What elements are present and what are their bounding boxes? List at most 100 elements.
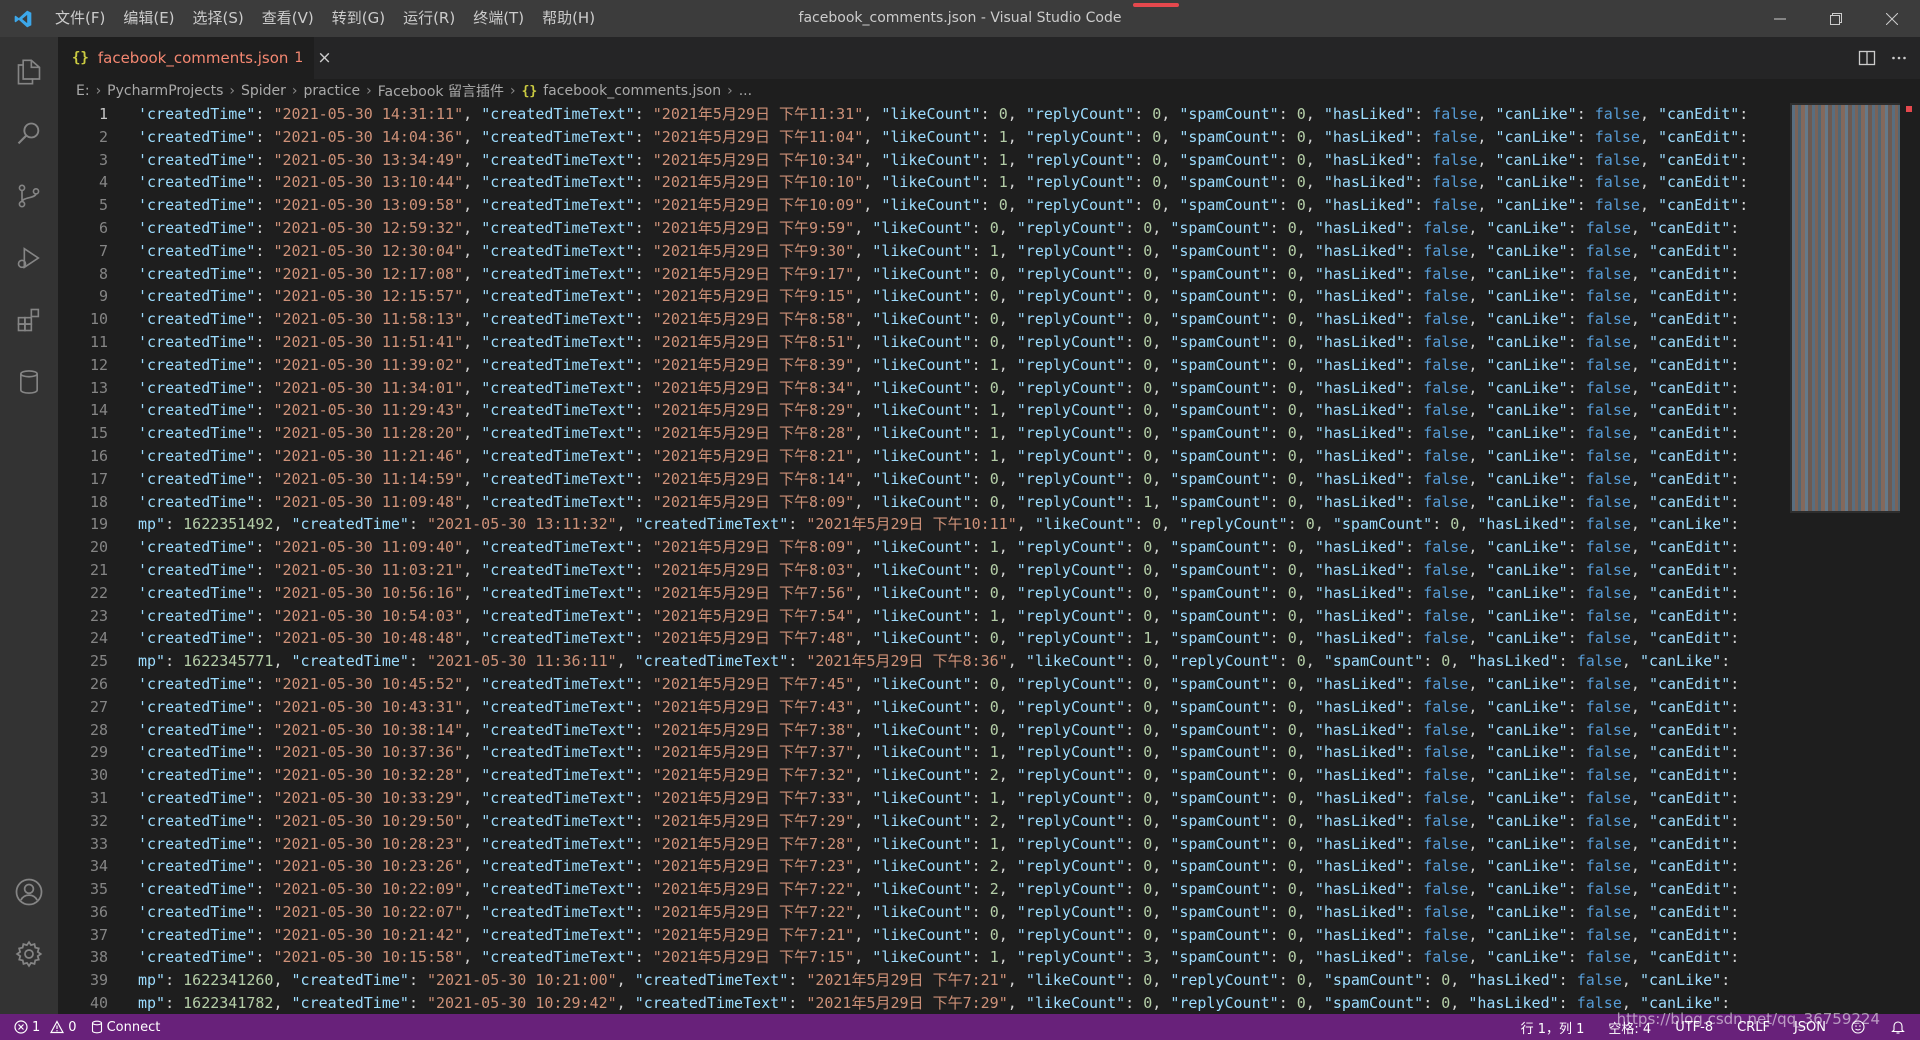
code-line[interactable]: mp": 1622345771, "createdTime": "2021-05…	[138, 650, 1778, 673]
json-key: "canLike"	[1486, 720, 1568, 739]
tab-close-icon[interactable]: ×	[317, 48, 331, 68]
code-line[interactable]: 'createdTime": "2021-05-30 11:51:41", "c…	[138, 331, 1778, 354]
breadcrumb-pycharmprojects[interactable]: PycharmProjects	[107, 83, 223, 99]
json-boolean: false	[1585, 788, 1631, 807]
code-line[interactable]: 'createdTime": "2021-05-30 12:59:32", "c…	[138, 217, 1778, 240]
code-line[interactable]: 'createdTime": "2021-05-30 11:58:13", "c…	[138, 308, 1778, 331]
json-number: 0	[1143, 378, 1153, 397]
code-line[interactable]: mp": 1622341260, "createdTime": "2021-05…	[138, 969, 1778, 992]
code-area[interactable]: 'createdTime": "2021-05-30 14:31:11", "c…	[138, 103, 1778, 1014]
notifications-icon[interactable]	[1890, 1019, 1906, 1035]
breadcrumb-spider[interactable]: Spider	[241, 83, 286, 99]
breadcrumb-drive[interactable]: E:	[76, 83, 90, 99]
source-control-button[interactable]	[0, 167, 58, 225]
json-key: "likeCount"	[872, 606, 972, 625]
code-line[interactable]: 'createdTime": "2021-05-30 14:04:36", "c…	[138, 126, 1778, 149]
connect-button[interactable]: Connect	[91, 1020, 160, 1035]
menu-go[interactable]: 转到(G)	[323, 0, 394, 37]
code-line[interactable]: 'createdTime": "2021-05-30 11:09:48", "c…	[138, 491, 1778, 514]
explorer-button[interactable]	[0, 43, 58, 101]
search-button[interactable]	[0, 105, 58, 163]
code-line[interactable]: 'createdTime": "2021-05-30 10:48:48", "c…	[138, 627, 1778, 650]
extensions-button[interactable]	[0, 291, 58, 349]
code-line[interactable]: 'createdTime": "2021-05-30 10:28:23", "c…	[138, 833, 1778, 856]
code-line[interactable]: 'createdTime": "2021-05-30 10:45:52", "c…	[138, 673, 1778, 696]
cursor-position[interactable]: 行 1，列 1	[1521, 1018, 1585, 1037]
code-line[interactable]: 'createdTime": "2021-05-30 10:22:09", "c…	[138, 878, 1778, 901]
code-line[interactable]: mp": 1622351492, "createdTime": "2021-05…	[138, 513, 1778, 536]
json-number: 0	[1296, 652, 1306, 671]
json-key: "spamCount"	[1332, 515, 1433, 534]
code-line[interactable]: 'createdTime": "2021-05-30 13:09:58", "c…	[138, 194, 1778, 217]
menu-help[interactable]: 帮助(H)	[533, 0, 604, 37]
code-line[interactable]: 'createdTime": "2021-05-30 12:17:08", "c…	[138, 263, 1778, 286]
code-line[interactable]: 'createdTime": "2021-05-30 10:37:36", "c…	[138, 741, 1778, 764]
minimap-slider[interactable]	[1790, 103, 1900, 513]
code-line[interactable]: 'createdTime": "2021-05-30 10:33:29", "c…	[138, 787, 1778, 810]
json-boolean: false	[1423, 241, 1469, 260]
accounts-button[interactable]	[0, 863, 58, 921]
json-string: "2021年5月29日 下午8:21"	[652, 446, 855, 465]
json-boolean: false	[1423, 218, 1469, 237]
menu-view[interactable]: 查看(V)	[253, 0, 323, 37]
more-actions-icon[interactable]	[1890, 49, 1908, 67]
json-key: "hasLiked"	[1323, 173, 1415, 192]
menu-selection[interactable]: 选择(S)	[184, 0, 253, 37]
tab-facebook-comments[interactable]: {} facebook_comments.json 1 ×	[58, 37, 332, 79]
menu-edit[interactable]: 编辑(E)	[114, 0, 183, 37]
json-key: "likeCount"	[872, 697, 972, 716]
code-line[interactable]: 'createdTime": "2021-05-30 10:21:42", "c…	[138, 924, 1778, 947]
code-editor[interactable]: 1 2 3 4 5 6 7 8 9 10 11 12 13 14 15 16 17 18 19 20 21 22 23 24 2…	[58, 103, 1778, 1014]
code-line[interactable]: 'createdTime": "2021-05-30 11:14:59", "c…	[138, 468, 1778, 491]
code-line[interactable]: 'createdTime": "2021-05-30 12:15:57", "c…	[138, 285, 1778, 308]
code-line[interactable]: 'createdTime": "2021-05-30 10:38:14", "c…	[138, 719, 1778, 742]
run-debug-button[interactable]	[0, 229, 58, 287]
json-string: "2021-05-30 11:51:41"	[273, 332, 464, 351]
database-button[interactable]	[0, 353, 58, 411]
problems-indicator[interactable]: 1 0	[14, 1020, 77, 1035]
code-line[interactable]: 'createdTime": "2021-05-30 10:15:58", "c…	[138, 946, 1778, 969]
json-number: 0	[1143, 811, 1153, 830]
code-line[interactable]: 'createdTime": "2021-05-30 10:54:03", "c…	[138, 605, 1778, 628]
code-line[interactable]: 'createdTime": "2021-05-30 12:30:04", "c…	[138, 240, 1778, 263]
manage-button[interactable]	[0, 925, 58, 983]
code-line[interactable]: 'createdTime": "2021-05-30 11:34:01", "c…	[138, 377, 1778, 400]
json-key: "canLike"	[1486, 560, 1568, 579]
code-line[interactable]: 'createdTime": "2021-05-30 13:10:44", "c…	[138, 171, 1778, 194]
json-boolean: false	[1432, 127, 1478, 146]
code-line[interactable]: 'createdTime": "2021-05-30 10:43:31", "c…	[138, 696, 1778, 719]
code-line[interactable]: 'createdTime": "2021-05-30 10:22:07", "c…	[138, 901, 1778, 924]
menu-terminal[interactable]: 终端(T)	[464, 0, 533, 37]
json-key: "createdTimeText"	[481, 697, 635, 716]
split-editor-icon[interactable]	[1858, 49, 1876, 67]
code-line[interactable]: 'createdTime": "2021-05-30 11:39:02", "c…	[138, 354, 1778, 377]
code-line[interactable]: 'createdTime": "2021-05-30 13:34:49", "c…	[138, 149, 1778, 172]
restore-button[interactable]	[1808, 0, 1864, 37]
code-line[interactable]: 'createdTime": "2021-05-30 11:09:40", "c…	[138, 536, 1778, 559]
minimize-button[interactable]	[1752, 0, 1808, 37]
code-line[interactable]: 'createdTime": "2021-05-30 10:29:50", "c…	[138, 810, 1778, 833]
breadcrumb-symbols[interactable]: ...	[739, 83, 752, 99]
menu-file[interactable]: 文件(F)	[46, 0, 114, 37]
json-key: 'createdTime"	[138, 720, 256, 739]
menu-run[interactable]: 运行(R)	[394, 0, 464, 37]
json-number: 0	[1441, 994, 1451, 1013]
code-line[interactable]: 'createdTime": "2021-05-30 10:56:16", "c…	[138, 582, 1778, 605]
json-number: 1	[989, 788, 999, 807]
code-line[interactable]: 'createdTime": "2021-05-30 11:29:43", "c…	[138, 399, 1778, 422]
code-line[interactable]: 'createdTime": "2021-05-30 10:32:28", "c…	[138, 764, 1778, 787]
code-line[interactable]: 'createdTime": "2021-05-30 11:28:20", "c…	[138, 422, 1778, 445]
code-line[interactable]: 'createdTime": "2021-05-30 14:31:11", "c…	[138, 103, 1778, 126]
json-string: "2021年5月29日 下午9:15"	[652, 287, 855, 306]
code-line[interactable]: 'createdTime": "2021-05-30 11:03:21", "c…	[138, 559, 1778, 582]
breadcrumb-facebook-plugin[interactable]: Facebook 留言插件	[378, 81, 504, 101]
breadcrumb-practice[interactable]: practice	[304, 83, 361, 99]
problem-count-badge: 1	[294, 50, 304, 66]
breadcrumb-file[interactable]: facebook_comments.json	[543, 83, 721, 99]
minimap[interactable]	[1790, 103, 1900, 1014]
code-line[interactable]: 'createdTime": "2021-05-30 11:21:46", "c…	[138, 445, 1778, 468]
code-line[interactable]: mp": 1622341782, "createdTime": "2021-05…	[138, 992, 1778, 1014]
json-key: "hasLiked"	[1314, 310, 1406, 329]
code-line[interactable]: 'createdTime": "2021-05-30 10:23:26", "c…	[138, 855, 1778, 878]
close-window-button[interactable]	[1864, 0, 1920, 37]
